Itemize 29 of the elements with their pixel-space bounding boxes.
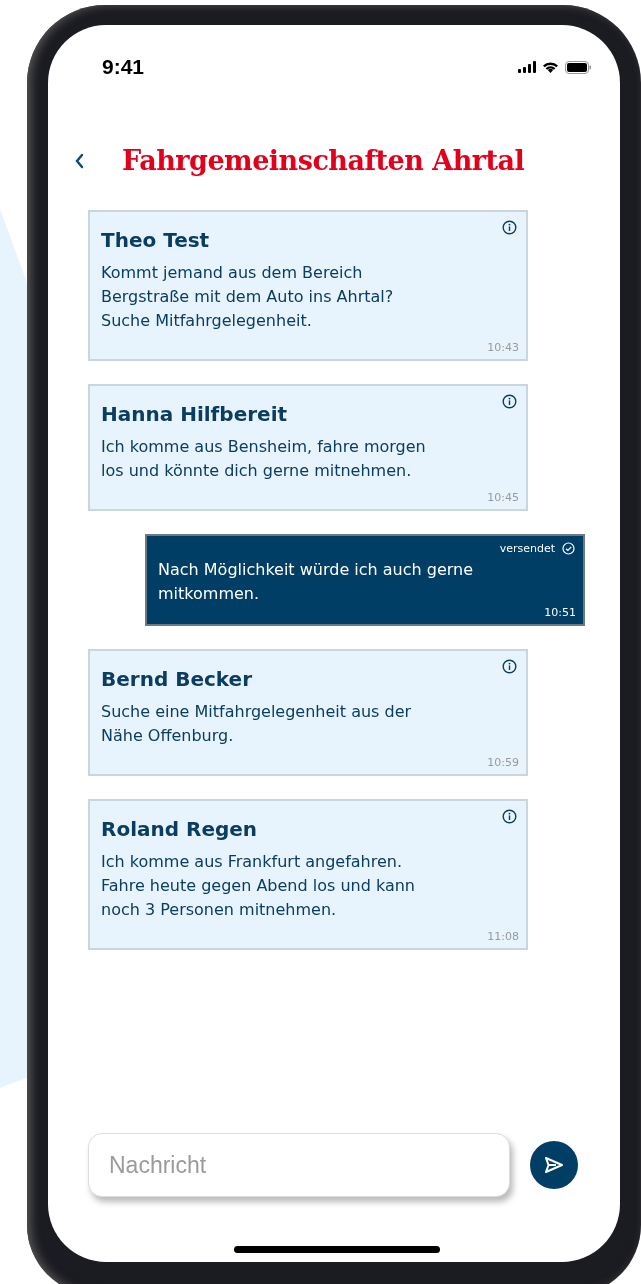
- sender-name: Hanna Hilfbereit: [101, 402, 289, 426]
- info-icon[interactable]: [502, 659, 517, 674]
- check-circle-icon: [562, 542, 575, 555]
- signal-icon: [518, 61, 536, 73]
- message-time: 10:59: [487, 756, 519, 769]
- chevron-left-icon: [74, 152, 84, 169]
- status-time: 9:41: [102, 55, 145, 79]
- sender-name: Theo Test: [101, 228, 211, 252]
- delivery-status: versendet: [499, 542, 555, 555]
- message-time: 10:51: [544, 606, 576, 619]
- message-time: 11:08: [487, 930, 519, 943]
- message-text: Nach Möglichkeit würde ich auch gerne mitkommen.: [158, 559, 475, 605]
- sender-name: Bernd Becker: [101, 667, 254, 691]
- chat-title: Fahrgemeinschaften Ahrtal: [122, 145, 525, 176]
- message-text: Ich komme aus Bensheim, fahre morgen los und könnte dich gerne mitnehmen.: [101, 436, 427, 482]
- sender-name: Roland Regen: [101, 817, 259, 841]
- info-icon[interactable]: [502, 809, 517, 824]
- message-time: 10:43: [487, 341, 519, 354]
- paper-plane-icon: [544, 1156, 564, 1174]
- message-text: Suche eine Mitfahrgelegenheit aus der Nähe Offenburg.: [101, 701, 413, 747]
- send-button[interactable]: [530, 1141, 578, 1189]
- battery-icon: [565, 60, 592, 74]
- message-text: Kommt jemand aus dem Bereich Bergstraße mit dem Auto ins Ahrtal? Suche Mitfahrgelegenheit.: [101, 262, 395, 332]
- info-icon[interactable]: [502, 220, 517, 235]
- info-icon[interactable]: [502, 394, 517, 409]
- wifi-icon: [542, 61, 559, 73]
- message-time: 10:45: [487, 491, 519, 504]
- message-text: Ich komme aus Frankfurt angefahren. Fahre heute gegen Abend los und kann noch 3 Personen mitnehmen.: [101, 851, 416, 921]
- message-input[interactable]: Nachricht: [88, 1133, 510, 1197]
